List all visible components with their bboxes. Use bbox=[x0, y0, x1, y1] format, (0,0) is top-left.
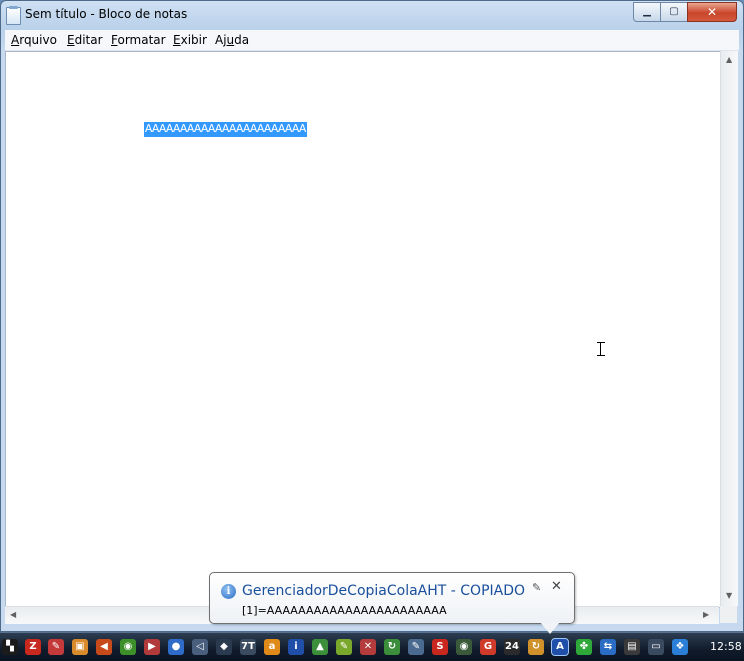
eye-icon[interactable]: ◉ bbox=[456, 639, 472, 655]
title-bar[interactable]: Sem título - Bloco de notas ▁ ▢ ✕ bbox=[1, 1, 743, 29]
avast-icon[interactable]: a bbox=[264, 639, 280, 655]
maximize-button[interactable]: ▢ bbox=[660, 2, 688, 22]
notepad-app-icon[interactable] bbox=[6, 6, 21, 25]
calendar-icon[interactable]: 24 bbox=[504, 639, 520, 655]
menu-ajuda[interactable]: Ajuda bbox=[215, 33, 249, 47]
maximize-icon: ▢ bbox=[669, 6, 679, 17]
printer-icon[interactable]: ▤ bbox=[624, 639, 640, 655]
scroll-left-icon[interactable]: ◀ bbox=[10, 610, 16, 619]
scroll-right-icon[interactable]: ▶ bbox=[703, 610, 709, 619]
volume-icon[interactable]: ◁ bbox=[192, 639, 208, 655]
balloon-title: GerenciadorDeCopiaColaAHT - COPIADO bbox=[242, 583, 526, 599]
close-button[interactable]: ✕ bbox=[687, 2, 737, 22]
skype-icon[interactable]: S bbox=[432, 639, 448, 655]
close-icon: ✕ bbox=[706, 5, 718, 19]
balloon-tail bbox=[540, 622, 560, 634]
minimize-button[interactable]: ▁ bbox=[633, 2, 661, 22]
vertical-scrollbar[interactable]: ▲ ▼ bbox=[720, 51, 738, 606]
balloon-close-icon[interactable]: ✕ bbox=[551, 579, 562, 594]
menu-arquivo[interactable]: Arquivo bbox=[11, 33, 57, 47]
g-icon[interactable]: G bbox=[480, 639, 496, 655]
notification-balloon[interactable]: i GerenciadorDeCopiaColaAHT - COPIADO [1… bbox=[209, 572, 575, 634]
drive-icon[interactable]: ▲ bbox=[312, 639, 328, 655]
wrench-icon[interactable]: ✎ bbox=[532, 581, 541, 594]
package-icon[interactable]: ▣ bbox=[72, 639, 88, 655]
dropbox-small-icon[interactable]: ◆ bbox=[216, 639, 232, 655]
notepad-window: Sem título - Bloco de notas ▁ ▢ ✕ Arquiv… bbox=[0, 0, 744, 632]
clock[interactable]: 12:58 bbox=[710, 640, 742, 653]
copy-tool-icon[interactable]: A bbox=[551, 638, 569, 656]
document-icon[interactable]: ✎ bbox=[408, 639, 424, 655]
scroll-up-icon[interactable]: ▲ bbox=[726, 55, 732, 64]
window-title: Sem título - Bloco de notas bbox=[25, 7, 188, 21]
menu-exibir[interactable]: Exibir bbox=[173, 33, 207, 47]
menu-bar: Arquivo Editar Formatar Exibir Ajuda bbox=[5, 30, 739, 51]
sync-icon[interactable]: ↻ bbox=[384, 639, 400, 655]
info-icon: i bbox=[221, 584, 236, 599]
size-grip[interactable] bbox=[720, 606, 737, 623]
menu-editar[interactable]: Editar bbox=[67, 33, 103, 47]
globe-icon[interactable]: ● bbox=[168, 639, 184, 655]
menu-formatar[interactable]: Formatar bbox=[111, 33, 166, 47]
clover-icon[interactable]: ✤ bbox=[576, 639, 592, 655]
intel-icon[interactable]: i bbox=[288, 639, 304, 655]
minimize-icon: ▁ bbox=[643, 6, 651, 17]
nvidia-icon[interactable]: ◉ bbox=[120, 639, 136, 655]
text-editor-area[interactable]: AAAAAAAAAAAAAAAAAAAAAAA bbox=[5, 51, 721, 608]
tool-icon[interactable]: ✎ bbox=[48, 639, 64, 655]
filezilla-icon[interactable]: Z bbox=[25, 639, 41, 655]
start-icon[interactable]: ▚ bbox=[2, 639, 18, 655]
network-icon[interactable]: ⇆ bbox=[600, 639, 616, 655]
balloon-body: [1]=AAAAAAAAAAAAAAAAAAAAAAA bbox=[242, 604, 447, 617]
media-icon[interactable]: ▶ bbox=[144, 639, 160, 655]
ibeam-cursor-icon bbox=[597, 342, 605, 356]
selected-text[interactable]: AAAAAAAAAAAAAAAAAAAAAAA bbox=[144, 122, 308, 137]
office-icon[interactable]: ✕ bbox=[360, 639, 376, 655]
speaker-icon[interactable]: ◀ bbox=[96, 639, 112, 655]
dropbox-icon[interactable]: ❖ bbox=[672, 639, 688, 655]
scroll-down-icon[interactable]: ▼ bbox=[726, 591, 732, 600]
taskbar: ▚ Z ✎ ▣ ◀ ◉ ▶ ● ◁ ◆ 7T a i ▲ ✎ ✕ ↻ ✎ S ◉ G 24 ↻ A ✤ ⇆ ▤ ▭ ❖ 12:58 bbox=[0, 632, 744, 661]
refresh-icon[interactable]: ↻ bbox=[528, 639, 544, 655]
window-icon[interactable]: ▭ bbox=[648, 639, 664, 655]
font-icon[interactable]: 7T bbox=[240, 639, 256, 655]
edit-icon[interactable]: ✎ bbox=[336, 639, 352, 655]
